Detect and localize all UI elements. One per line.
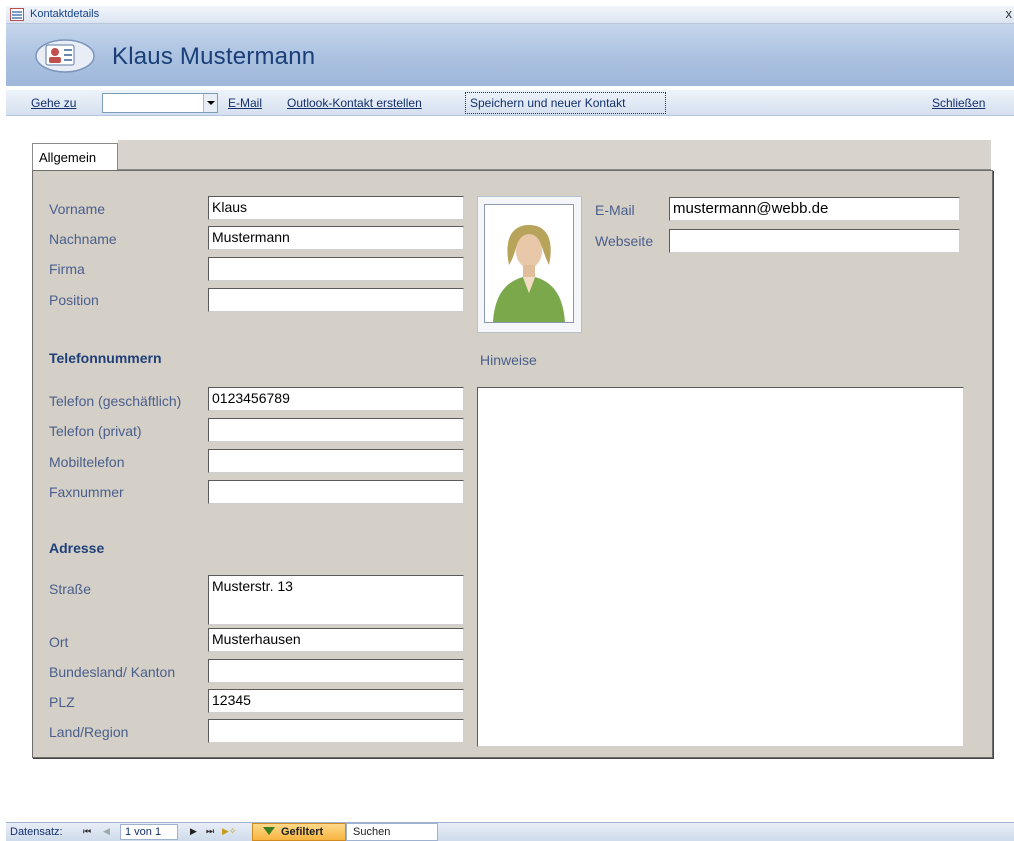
- photo-frame: [484, 204, 574, 323]
- funnel-icon: [263, 827, 275, 835]
- position-label: Position: [49, 292, 99, 308]
- private-phone-label: Telefon (privat): [49, 423, 142, 439]
- country-label: Land/Region: [49, 724, 129, 740]
- record-label: Datensatz:: [10, 826, 63, 838]
- address-section-heading: Adresse: [49, 540, 105, 556]
- phone-section-heading: Telefonnummern: [49, 350, 162, 366]
- search-input[interactable]: Suchen: [346, 823, 438, 841]
- first-record-icon[interactable]: ⏮: [83, 826, 91, 837]
- first-name-field[interactable]: Klaus: [208, 196, 464, 220]
- window-title: Kontaktdetails: [30, 8, 100, 20]
- current-record-box[interactable]: 1 von 1: [120, 824, 178, 840]
- previous-record-icon[interactable]: ◀: [103, 826, 110, 837]
- business-phone-label: Telefon (geschäftlich): [49, 393, 182, 409]
- email-label: E-Mail: [595, 202, 635, 218]
- next-record-icon[interactable]: ▶: [190, 826, 197, 837]
- filter-toggle-button[interactable]: Gefiltert: [252, 823, 346, 841]
- email-field[interactable]: mustermann@webb.de: [669, 197, 960, 221]
- website-label: Webseite: [595, 233, 654, 249]
- company-label: Firma: [49, 261, 85, 277]
- street-label: Straße: [49, 581, 92, 597]
- goto-label: Gehe zu: [31, 96, 77, 110]
- city-field[interactable]: Musterhausen: [208, 628, 464, 652]
- contact-card-icon: [35, 39, 95, 73]
- save-and-new-contact-button[interactable]: Speichern und neuer Kontakt: [465, 92, 666, 114]
- create-outlook-contact-button[interactable]: Outlook-Kontakt erstellen: [287, 96, 422, 110]
- close-button[interactable]: Schließen: [932, 96, 985, 110]
- last-record-icon[interactable]: ⏭: [206, 826, 214, 837]
- filter-label: Gefiltert: [281, 826, 324, 838]
- form-toolbar: Gehe zu E-Mail Outlook-Kontakt erstellen…: [6, 90, 1014, 116]
- mobile-phone-field[interactable]: [208, 449, 464, 473]
- last-name-field[interactable]: Mustermann: [208, 226, 464, 250]
- fax-field[interactable]: [208, 480, 464, 504]
- save-and-new-label: Speichern und neuer Kontakt: [470, 96, 626, 110]
- city-label: Ort: [49, 634, 69, 650]
- record-navigation-bar: Datensatz: ⏮ ◀ 1 von 1 ▶ ⏭ ▶✧ Gefiltert …: [6, 822, 1014, 841]
- position-field[interactable]: [208, 288, 464, 312]
- fax-label: Faxnummer: [49, 484, 124, 500]
- search-placeholder: Suchen: [353, 826, 391, 838]
- private-phone-field[interactable]: [208, 418, 464, 442]
- new-record-icon[interactable]: ▶✧: [222, 826, 236, 837]
- last-name-label: Nachname: [49, 231, 117, 247]
- contact-photo[interactable]: [477, 196, 582, 333]
- contact-name-heading: Klaus Mustermann: [112, 43, 316, 70]
- company-field[interactable]: [208, 257, 464, 281]
- close-window-button[interactable]: x: [1006, 6, 1013, 21]
- zip-label: PLZ: [49, 694, 75, 710]
- person-avatar-icon: [485, 205, 573, 322]
- form-icon: [10, 8, 24, 21]
- goto-combobox[interactable]: [102, 93, 218, 113]
- street-field[interactable]: Musterstr. 13: [208, 575, 464, 625]
- country-field[interactable]: [208, 719, 464, 743]
- business-phone-field[interactable]: 0123456789: [208, 387, 464, 411]
- notes-label: Hinweise: [480, 352, 537, 368]
- form-header: Klaus Mustermann: [6, 24, 1014, 86]
- state-label: Bundesland/ Kanton: [49, 664, 176, 680]
- mobile-phone-label: Mobiltelefon: [49, 454, 125, 470]
- chevron-down-icon[interactable]: [203, 94, 217, 112]
- window-titlebar: Kontaktdetails x: [6, 6, 1014, 24]
- zip-field[interactable]: 12345: [208, 689, 464, 713]
- first-name-label: Vorname: [49, 201, 106, 217]
- website-field[interactable]: [669, 229, 960, 253]
- state-field[interactable]: [208, 659, 464, 683]
- notes-field[interactable]: [477, 387, 964, 747]
- email-button[interactable]: E-Mail: [228, 96, 262, 110]
- tab-general-label: Allgemein: [39, 150, 97, 165]
- tab-general[interactable]: Allgemein: [32, 143, 118, 170]
- current-record-value: 1 von 1: [125, 826, 162, 838]
- tab-strip: [118, 140, 991, 170]
